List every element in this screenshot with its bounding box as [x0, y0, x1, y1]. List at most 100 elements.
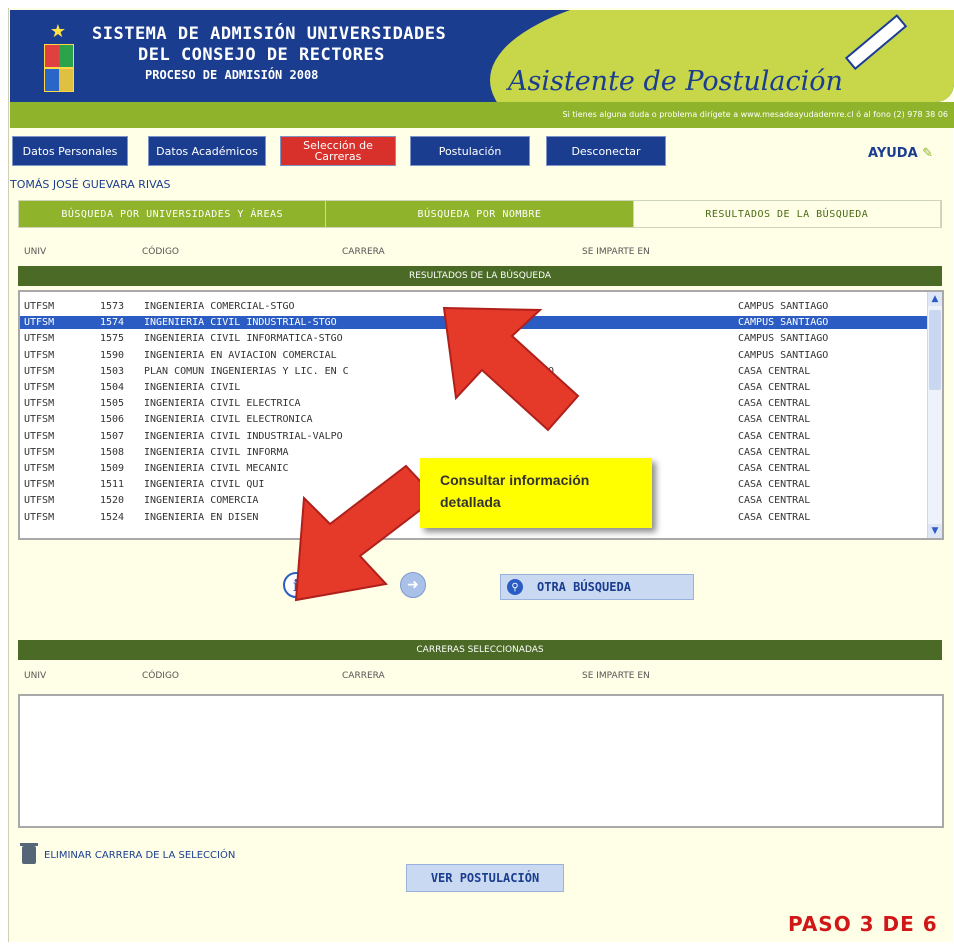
- col-se-imparte-selected: SE IMPARTE EN: [582, 671, 650, 681]
- result-career: INGENIERIA CIVIL QUI: [144, 479, 265, 491]
- result-row[interactable]: UTFSM 1506 INGENIERIA CIVIL ELECTRONICA CAS…: [20, 413, 930, 426]
- selected-column-header: UNIV CÓDIGO CARRERA SE IMPARTE EN: [18, 666, 942, 686]
- result-career: INGENIERIA CIVIL INDUSTRIAL-STGO: [144, 317, 337, 329]
- result-row[interactable]: UTFSM 1575 INGENIERIA CIVIL INFORMATICA-ST…: [20, 332, 930, 345]
- search-icon: ⚲: [507, 579, 523, 595]
- result-career: INGENIERIA EN DISEN: [144, 511, 259, 523]
- result-place: CASA CENTRAL: [738, 479, 811, 491]
- info-tooltip: Consultar información detallada: [420, 458, 652, 528]
- trash-icon: [20, 843, 38, 864]
- result-univ: UTFSM: [24, 430, 55, 442]
- nav-datos-personales[interactable]: Datos Personales: [12, 136, 128, 166]
- tab-busqueda-nombre[interactable]: BÚSQUEDA POR NOMBRE: [326, 201, 634, 227]
- result-univ: UTFSM: [24, 382, 55, 393]
- result-univ: UTFSM: [24, 398, 55, 410]
- col-carrera: CARRERA: [342, 247, 385, 257]
- col-se-imparte: SE IMPARTE EN: [582, 247, 650, 257]
- step-indicator: PASO 3 DE 6: [788, 912, 938, 936]
- result-place: CASA CENTRAL: [738, 398, 811, 410]
- result-career: PLAN COMUN INGENIERIAS Y LIC. EN C: [144, 365, 349, 377]
- help-label: AYUDA: [868, 146, 918, 161]
- result-row[interactable]: UTFSM 1574 INGENIERIA CIVIL INDUSTRIAL-STG…: [20, 316, 930, 330]
- result-univ: UTFSM: [24, 414, 55, 426]
- result-career: INGENIERIA CIVIL: [144, 382, 241, 393]
- help-info-bar: Si tienes alguna duda o problema diríget…: [10, 102, 954, 128]
- system-title: SISTEMA DE ADMISIÓN UNIVERSIDADES: [92, 24, 447, 44]
- col-carrera-selected: CARRERA: [342, 671, 385, 681]
- user-name: TOMÁS JOSÉ GUEVARA RIVAS: [10, 178, 171, 191]
- remove-career-button[interactable]: ELIMINAR CARRERA DE LA SELECCIÓN: [20, 843, 235, 864]
- tab-busqueda-universidades[interactable]: BÚSQUEDA POR UNIVERSIDADES Y ÁREAS: [19, 201, 327, 227]
- selected-careers-list[interactable]: [18, 694, 944, 828]
- result-place: CASA CENTRAL: [738, 511, 811, 523]
- other-search-button[interactable]: ⚲ OTRA BÚSQUEDA: [500, 574, 694, 600]
- result-univ: UTFSM: [24, 365, 55, 377]
- result-career: INGENIERIA CIVIL INFORMA: [144, 446, 289, 458]
- system-subtitle: DEL CONSEJO DE RECTORES: [138, 45, 385, 65]
- nav-desconectar[interactable]: Desconectar: [546, 136, 666, 166]
- results-scrollbar[interactable]: ▲ ▼: [927, 292, 942, 538]
- result-code: 1574: [100, 317, 125, 329]
- result-career: INGENIERIA CIVIL MECANIC: [144, 463, 289, 474]
- results-column-header: UNIV CÓDIGO CARRERA SE IMPARTE EN: [18, 242, 942, 262]
- result-row[interactable]: UTFSM 1573 INGENIERIA COMERCIAL-STGO CAMPUS…: [20, 300, 930, 313]
- result-univ: UTFSM: [24, 446, 55, 458]
- result-place: CAMPUS SANTIAGO: [738, 333, 829, 345]
- result-row[interactable]: UTFSM 1508 INGENIERIA CIVIL INFORMA CASA CE…: [20, 446, 930, 459]
- result-code: 1524: [100, 511, 125, 523]
- help-link[interactable]: AYUDA ✎: [868, 146, 933, 161]
- result-univ: UTFSM: [24, 333, 55, 345]
- pencil-icon: [840, 14, 908, 90]
- result-code: 1509: [100, 463, 125, 474]
- result-place: CASA CENTRAL: [738, 414, 811, 426]
- result-code: 1590: [100, 349, 125, 361]
- result-code: 1520: [100, 495, 125, 507]
- assistant-title: Asistente de Postulación: [508, 66, 843, 97]
- result-code: 1504: [100, 382, 125, 393]
- tooltip-text: Consultar información detallada: [440, 472, 590, 510]
- header-banner: ★ SISTEMA DE ADMISIÓN UNIVERSIDADES DEL …: [10, 10, 954, 102]
- result-code: 1511: [100, 479, 125, 491]
- result-place: CAMPUS SANTIAGO: [738, 301, 829, 312]
- add-career-button[interactable]: ➜: [400, 572, 426, 598]
- result-code: 1508: [100, 446, 125, 458]
- result-career: INGENIERIA EN AVIACION COMERCIAL: [144, 349, 337, 361]
- result-career: INGENIERIA CIVIL INDUSTRIAL-VALPO: [144, 430, 343, 442]
- logo-block-bottom: [44, 68, 74, 92]
- results-section-title: RESULTADOS DE LA BÚSQUEDA: [18, 266, 942, 286]
- help-info-text: Si tienes alguna duda o problema diríget…: [562, 110, 949, 119]
- col-univ: UNIV: [24, 247, 47, 257]
- info-detail-button[interactable]: i: [283, 572, 309, 598]
- result-row[interactable]: UTFSM 1505 INGENIERIA CIVIL ELECTRICA CASA …: [20, 397, 930, 410]
- result-univ: UTFSM: [24, 511, 55, 523]
- result-place: CASA CENTRAL: [738, 382, 811, 393]
- nav-datos-academicos[interactable]: Datos Académicos: [148, 136, 266, 166]
- result-place: CAMPUS SANTIAGO: [738, 349, 829, 361]
- result-row[interactable]: UTFSM 1590 INGENIERIA EN AVIACION COMERCIA…: [20, 349, 930, 362]
- nav-seleccion-carreras[interactable]: Selección de Carreras: [280, 136, 396, 166]
- result-place: CASA CENTRAL: [738, 495, 811, 507]
- result-career-end: LPO: [536, 365, 555, 377]
- result-univ: UTFSM: [24, 349, 55, 361]
- result-code: 1506: [100, 414, 125, 426]
- result-row[interactable]: UTFSM 1507 INGENIERIA CIVIL INDUSTRIAL-VAL…: [20, 430, 930, 443]
- scroll-thumb[interactable]: [929, 310, 941, 390]
- result-career: INGENIERIA CIVIL ELECTRICA: [144, 398, 301, 410]
- nav-postulacion[interactable]: Postulación: [410, 136, 530, 166]
- result-row[interactable]: UTFSM 1503 PLAN COMUN INGENIERIAS Y LIC. E…: [20, 365, 930, 378]
- result-code: 1503: [100, 365, 125, 377]
- result-univ: UTFSM: [24, 301, 55, 312]
- scroll-up-icon[interactable]: ▲: [928, 292, 942, 306]
- selected-section-title: CARRERAS SELECCIONADAS: [18, 640, 942, 660]
- result-career: INGENIERIA COMERCIA: [144, 495, 259, 507]
- arrow-right-icon: ➜: [407, 577, 419, 593]
- view-application-button[interactable]: VER POSTULACIÓN: [406, 864, 564, 892]
- result-row[interactable]: UTFSM 1504 INGENIERIA CIVIL CASA CENTRAL: [20, 381, 930, 394]
- result-career: INGENIERIA COMERCIAL-STGO: [144, 301, 295, 312]
- scroll-down-icon[interactable]: ▼: [928, 524, 942, 538]
- result-place: CASA CENTRAL: [738, 430, 811, 442]
- tab-resultados[interactable]: RESULTADOS DE LA BÚSQUEDA: [633, 201, 941, 227]
- result-code: 1573: [100, 301, 125, 312]
- result-career: INGENIERIA CIVIL ELECTRONICA: [144, 414, 313, 426]
- result-univ: UTFSM: [24, 495, 55, 507]
